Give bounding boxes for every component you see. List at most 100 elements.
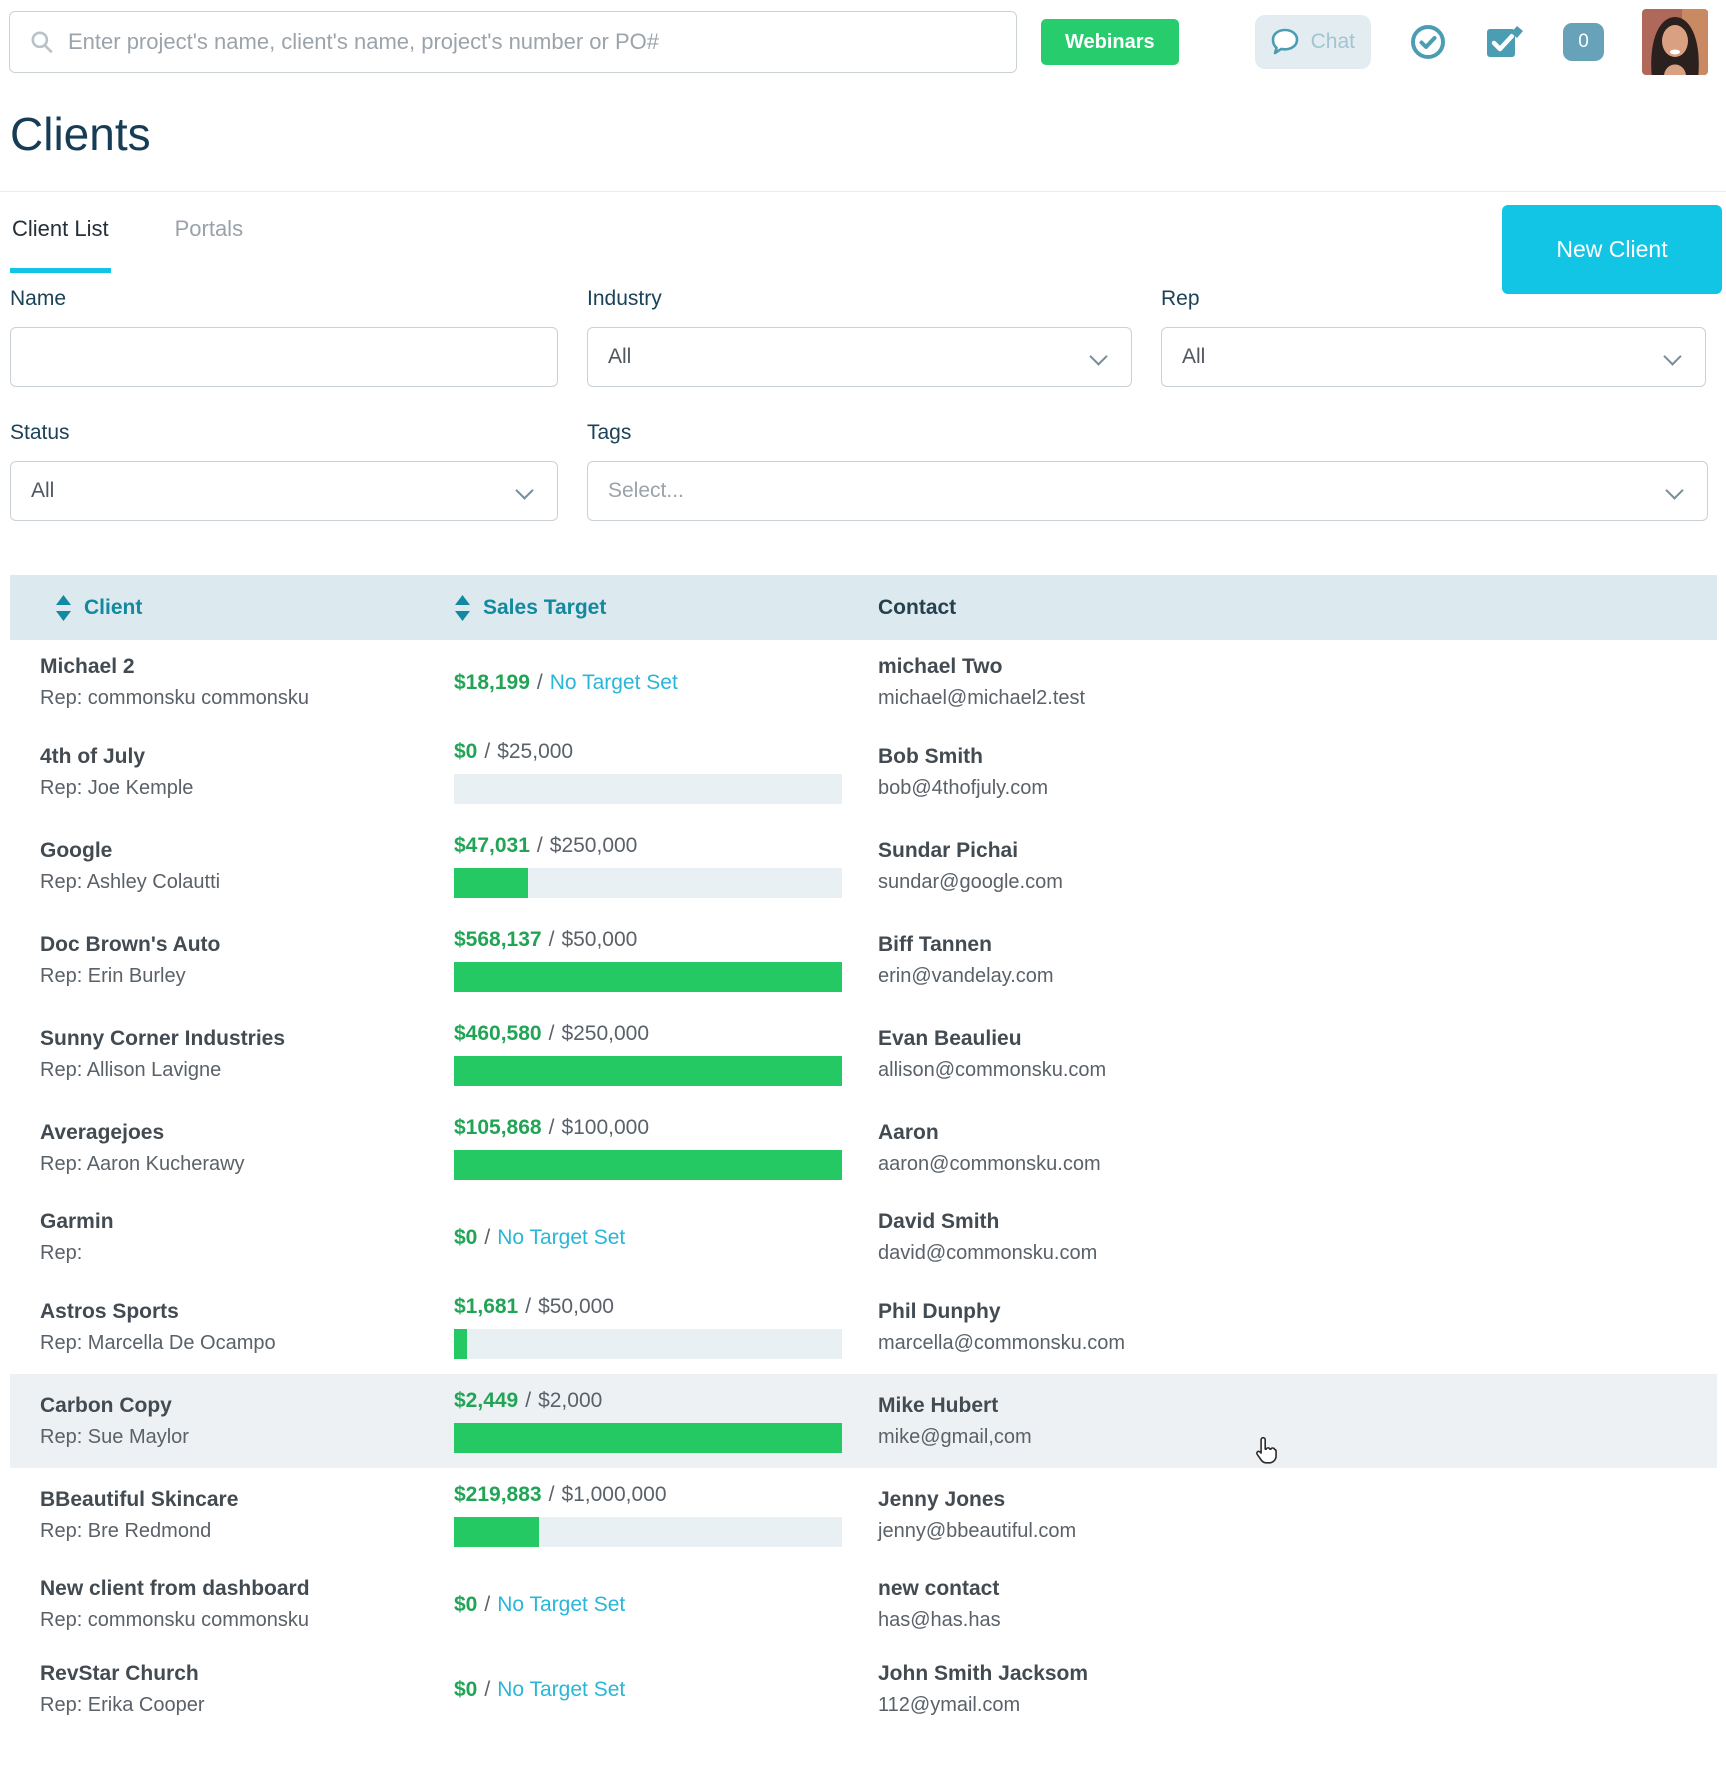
client-row[interactable]: Averagejoes Rep: Aaron Kucherawy $105,86… [10,1101,1717,1195]
client-row[interactable]: Google Rep: Ashley Colautti $47,031/$250… [10,819,1717,913]
column-header-client[interactable]: Client [10,594,454,622]
sales-target[interactable]: No Target Set [550,671,678,694]
sales-achieved: $1,681 [454,1295,518,1318]
column-header-sales-target-label: Sales Target [483,596,606,620]
client-name[interactable]: Michael 2 [40,655,454,679]
contact-email: bob@4thofjuly.com [878,777,1717,800]
chevron-down-icon [515,481,533,499]
notification-badge[interactable]: 0 [1563,23,1604,61]
client-cell: Averagejoes Rep: Aaron Kucherawy [10,1116,454,1180]
sales-separator: / [549,1116,555,1139]
client-row[interactable]: RevStar Church Rep: Erika Cooper $0/No T… [10,1647,1717,1732]
progress-bar [454,1056,842,1086]
industry-filter-select[interactable]: All [587,327,1132,387]
status-filter-select[interactable]: All [10,461,558,521]
tab-bar: Client List Portals [0,192,1726,273]
tags-placeholder: Select... [608,479,684,503]
client-name[interactable]: Averagejoes [40,1121,454,1145]
sales-separator: / [537,834,543,857]
column-header-contact: Contact [878,596,1717,620]
filter-status: Status All [10,421,558,521]
user-avatar[interactable] [1642,9,1708,75]
clients-page: Webinars Chat 0 [0,0,1726,1732]
sales-achieved: $2,449 [454,1389,518,1412]
tab-portals[interactable]: Portals [173,192,245,273]
client-row[interactable]: Sunny Corner Industries Rep: Allison Lav… [10,1007,1717,1101]
client-row[interactable]: Astros Sports Rep: Marcella De Ocampo $1… [10,1280,1717,1374]
client-rep: Rep: Marcella De Ocampo [40,1332,454,1355]
sales-line: $460,580/$250,000 [454,1022,878,1046]
name-filter-input[interactable] [10,327,558,387]
sales-target[interactable]: No Target Set [497,1593,625,1616]
clock-check-icon [1409,23,1447,61]
client-name[interactable]: BBeautiful Skincare [40,1488,454,1512]
chevron-down-icon [1665,481,1683,499]
client-rep: Rep: Allison Lavigne [40,1059,454,1082]
sales-target[interactable]: No Target Set [497,1226,625,1249]
client-rep: Rep: commonsku commonsku [40,687,454,710]
client-row[interactable]: Garmin Rep: $0/No Target Set David Smith… [10,1195,1717,1280]
sales-target[interactable]: No Target Set [497,1678,625,1701]
sales-line: $18,199/No Target Set [454,671,878,695]
sales-cell: $0/No Target Set [454,1577,878,1632]
client-cell: BBeautiful Skincare Rep: Bre Redmond [10,1483,454,1547]
sales-line: $568,137/$50,000 [454,928,878,952]
sales-achieved: $219,883 [454,1483,542,1506]
contact-cell: michael Two michael@michael2.test [878,655,1717,710]
search-input[interactable] [9,11,1017,73]
client-rep: Rep: Aaron Kucherawy [40,1153,454,1176]
sales-achieved: $568,137 [454,928,542,951]
rep-filter-select[interactable]: All [1161,327,1706,387]
client-name[interactable]: Astros Sports [40,1300,454,1324]
client-cell: Sunny Corner Industries Rep: Allison Lav… [10,1022,454,1086]
sales-target: $100,000 [561,1116,649,1139]
client-rep: Rep: [40,1242,454,1265]
sales-target: $25,000 [497,740,573,763]
contact-cell: Sundar Pichai sundar@google.com [878,834,1717,898]
client-row[interactable]: Michael 2 Rep: commonsku commonsku $18,1… [10,640,1717,725]
column-header-client-label: Client [84,596,142,620]
client-rep: Rep: Erika Cooper [40,1694,454,1717]
new-client-button[interactable]: New Client [1502,205,1722,294]
sales-cell: $2,449/$2,000 [454,1389,878,1453]
client-name[interactable]: Carbon Copy [40,1394,454,1418]
sales-line: $47,031/$250,000 [454,834,878,858]
client-row[interactable]: New client from dashboard Rep: commonsku… [10,1562,1717,1647]
client-name[interactable]: Doc Brown's Auto [40,933,454,957]
contact-name: Mike Hubert [878,1394,1717,1418]
sort-icon [55,594,72,622]
client-name[interactable]: New client from dashboard [40,1577,454,1601]
sales-achieved: $105,868 [454,1116,542,1139]
sales-achieved: $47,031 [454,834,530,857]
webinars-button[interactable]: Webinars [1041,19,1179,65]
client-name[interactable]: Garmin [40,1210,454,1234]
progress-bar-fill [454,1056,842,1086]
contact-cell: Bob Smith bob@4thofjuly.com [878,740,1717,804]
tags-filter-select[interactable]: Select... [587,461,1708,521]
tasks-button[interactable] [1485,23,1525,61]
name-filter-label: Name [10,287,558,311]
contact-email: marcella@commonsku.com [878,1332,1717,1355]
tab-client-list[interactable]: Client List [10,192,111,273]
tags-filter-label: Tags [587,421,1708,445]
progress-bar-fill [454,1423,842,1453]
client-name[interactable]: Sunny Corner Industries [40,1027,454,1051]
filter-name: Name [10,287,558,387]
reminders-button[interactable] [1409,23,1447,61]
sales-line: $0/No Target Set [454,1593,878,1617]
client-row[interactable]: 4th of July Rep: Joe Kemple $0/$25,000 B… [10,725,1717,819]
client-table-body: Michael 2 Rep: commonsku commonsku $18,1… [10,640,1717,1732]
client-row[interactable]: Doc Brown's Auto Rep: Erin Burley $568,1… [10,913,1717,1007]
column-header-sales-target[interactable]: Sales Target [454,594,878,622]
client-row[interactable]: Carbon Copy Rep: Sue Maylor $2,449/$2,00… [10,1374,1717,1468]
progress-bar-fill [454,1517,539,1547]
client-row[interactable]: BBeautiful Skincare Rep: Bre Redmond $21… [10,1468,1717,1562]
client-name[interactable]: 4th of July [40,745,454,769]
speech-bubble-icon [1267,24,1303,60]
contact-cell: David Smith david@commonsku.com [878,1210,1717,1265]
client-name[interactable]: Google [40,839,454,863]
contact-email: has@has.has [878,1609,1717,1632]
client-name[interactable]: RevStar Church [40,1662,454,1686]
filter-rep: Rep All [1161,287,1706,387]
chat-button[interactable]: Chat [1255,15,1371,69]
